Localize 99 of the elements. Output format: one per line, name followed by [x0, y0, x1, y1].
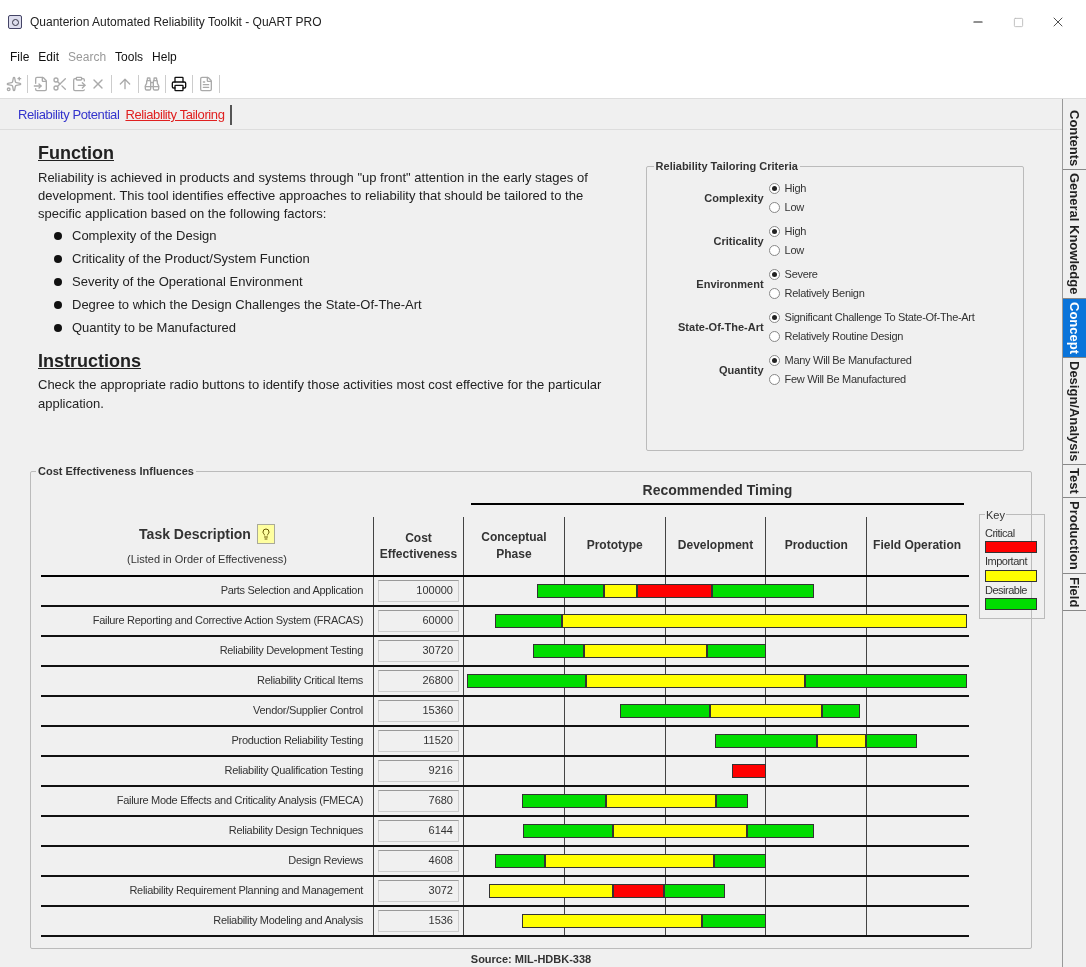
key-label: Important: [985, 554, 1029, 569]
column-heading: Prototype: [586, 537, 643, 554]
task-name: Reliability Requirement Planning and Management: [129, 883, 363, 899]
instructions-text: Check the appropriate radio buttons to identify those activities most cost effective for the particular application.: [38, 375, 603, 413]
up-arrow-icon[interactable]: [117, 76, 133, 92]
task-name: Reliability Development Testing: [219, 643, 363, 659]
radio-label: Relatively Routine Design: [784, 329, 904, 345]
maximize-icon: [1012, 16, 1024, 28]
task-name: Failure Mode Effects and Criticality Analysis (FMECA): [116, 793, 363, 809]
cost-value: 30720: [378, 639, 459, 662]
column-heading: Development: [677, 537, 754, 554]
task-name: Production Reliability Testing: [231, 733, 363, 749]
task-name: Reliability Critical Items: [257, 673, 363, 689]
menu-item[interactable]: Edit: [38, 48, 60, 66]
task-name: Reliability Modeling and Analysis: [213, 913, 363, 929]
radio-button[interactable]: [768, 245, 780, 256]
radio-button[interactable]: [768, 269, 780, 280]
cost-value: 26800: [378, 669, 459, 692]
radio-label: Low: [784, 200, 804, 216]
printer-icon[interactable]: [171, 76, 187, 92]
cost-value: 100000: [378, 579, 459, 602]
radio-button[interactable]: [768, 312, 780, 323]
task-name: Failure Reporting and Corrective Action System (FRACAS): [92, 613, 363, 629]
radio-label: Many Will Be Manufactured: [784, 353, 912, 369]
cost-value: 15360: [378, 699, 459, 722]
timing-heading: Recommended Timing: [642, 480, 793, 500]
column-heading: Production: [784, 537, 848, 554]
import-icon[interactable]: [33, 76, 49, 92]
task-name: Design Reviews: [288, 853, 363, 869]
side-tab[interactable]: General Knowledge: [1063, 170, 1086, 299]
document-icon[interactable]: [198, 76, 214, 92]
column-heading: Task Description: [139, 524, 251, 544]
task-name: Reliability Design Techniques: [228, 823, 363, 839]
bullet-text: Quantity to be Manufactured: [72, 319, 237, 338]
radio-label: Severe: [784, 267, 818, 283]
bullet-text: Degree to which the Design Challenges the State-Of-The-Art: [72, 296, 422, 315]
column-heading: Cost Effectiveness: [378, 529, 459, 562]
side-tab[interactable]: Concept: [1063, 298, 1086, 358]
criteria-label: Criticality: [712, 233, 765, 249]
bullet-icon: [54, 255, 62, 263]
section-heading: Instructions: [38, 349, 142, 373]
app-icon: [8, 15, 22, 29]
lightbulb-icon: [259, 528, 272, 541]
radio-label: Low: [784, 243, 804, 259]
key-label: Critical: [985, 525, 1016, 541]
scissors-icon[interactable]: [52, 76, 68, 92]
radio-button[interactable]: [768, 331, 780, 342]
cost-value: 7680: [378, 789, 459, 812]
radio-button[interactable]: [768, 355, 780, 366]
cost-value: 4608: [378, 849, 459, 872]
criteria-label: Environment: [695, 276, 765, 292]
menu-item[interactable]: Tools: [115, 48, 144, 66]
cost-value: 60000: [378, 609, 459, 632]
binoculars-icon[interactable]: [144, 76, 160, 92]
paste-icon[interactable]: [71, 76, 87, 92]
radio-button[interactable]: [768, 202, 780, 213]
radio-label: Few Will Be Manufactured: [784, 372, 906, 388]
task-name: Vendor/Supplier Control: [253, 703, 363, 719]
column-heading: Field Operation: [873, 537, 962, 554]
sparkle-icon[interactable]: [6, 76, 22, 92]
cost-value: 11520: [378, 729, 459, 752]
column-note: (Listed in Order of Effectiveness): [127, 551, 287, 567]
bullet-text: Criticality of the Product/System Function: [72, 250, 310, 269]
menu-item[interactable]: Help: [152, 48, 177, 66]
source-note: Source: MIL-HDBK-338: [470, 951, 592, 967]
cost-value: 3072: [378, 879, 459, 902]
radio-label: Significant Challenge To State-Of-The-Art: [784, 310, 975, 326]
cost-value: 6144: [378, 819, 459, 842]
page-tab[interactable]: Reliability Potential: [18, 105, 120, 125]
bullet-icon: [54, 278, 62, 286]
radio-label: Relatively Benign: [784, 286, 865, 302]
column-heading: Conceptual Phase: [480, 528, 548, 563]
bullet-icon: [54, 324, 62, 332]
bullet-text: Severity of the Operational Environment: [72, 273, 303, 292]
radio-button[interactable]: [768, 288, 780, 299]
menu-item[interactable]: File: [10, 48, 30, 66]
criteria-label: State-Of-The-Art: [677, 319, 765, 335]
section-heading: Function: [38, 141, 115, 165]
task-name: Reliability Qualification Testing: [224, 763, 363, 779]
side-tab[interactable]: Test: [1063, 465, 1086, 498]
bullet-text: Complexity of the Design: [72, 227, 217, 246]
key-label: Desirable: [985, 582, 1028, 598]
window-title: Quanterion Automated Reliability Toolkit - QuART PRO: [30, 14, 322, 31]
radio-button[interactable]: [768, 374, 780, 385]
page-tab[interactable]: Reliability Tailoring: [125, 105, 233, 125]
criteria-label: Quantity: [717, 362, 765, 378]
bullet-icon: [54, 232, 62, 240]
criteria-label: Complexity: [703, 190, 765, 206]
cost-value: 9216: [378, 759, 459, 782]
radio-button[interactable]: [768, 183, 780, 194]
radio-label: High: [784, 224, 807, 240]
hint-button[interactable]: [256, 524, 275, 545]
function-text: Reliability is achieved in products and systems through "up front" attention in the early stages of development. This tool identifies effective approaches to reliability that should be tailored to the specific application based on the following factors:: [38, 168, 589, 223]
radio-button[interactable]: [768, 226, 780, 237]
radio-label: High: [784, 181, 807, 197]
side-tab[interactable]: Contents: [1063, 107, 1086, 171]
cost-value: 1536: [378, 909, 459, 932]
bullet-icon: [54, 301, 62, 309]
task-name: Parts Selection and Application: [220, 583, 363, 599]
